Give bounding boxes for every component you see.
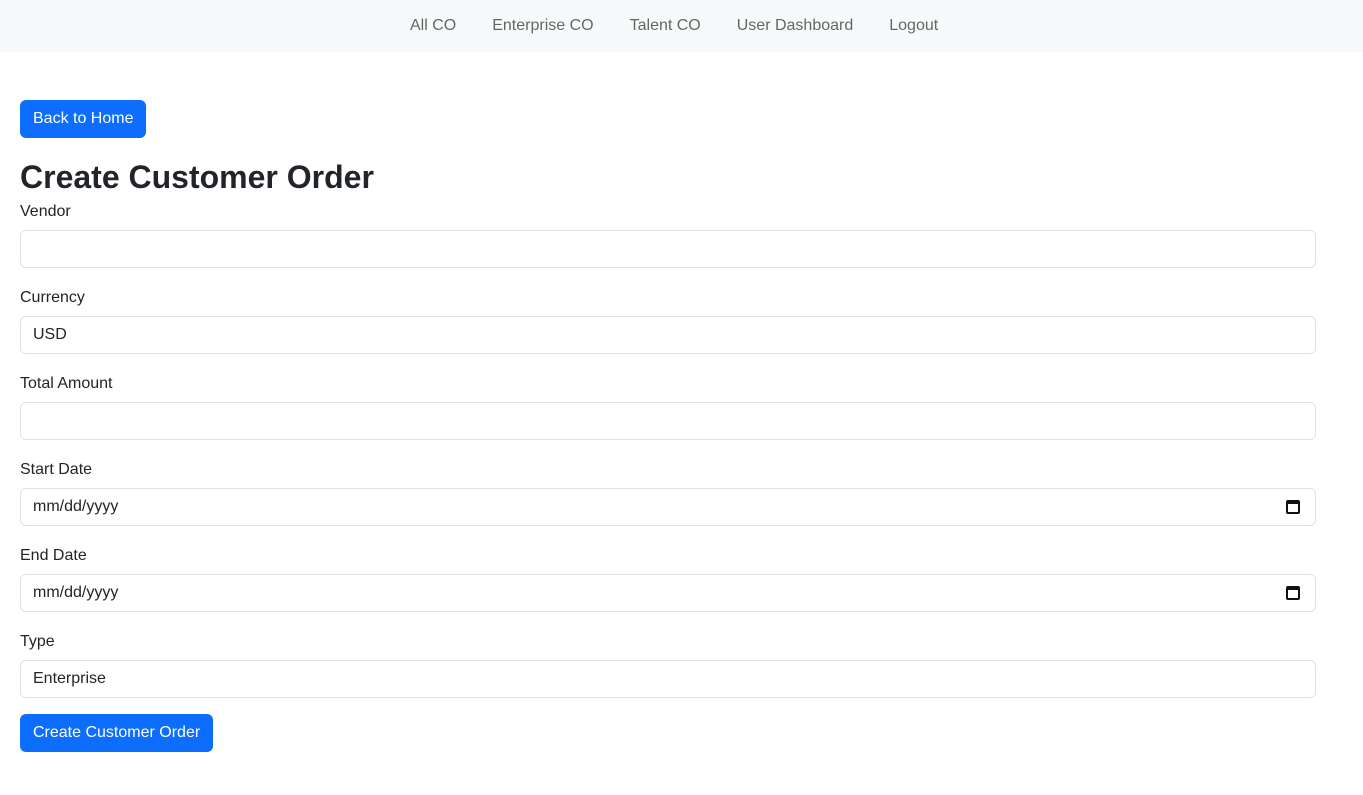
- vendor-field-group: Vendor: [20, 200, 1316, 268]
- create-customer-order-button[interactable]: Create Customer Order: [20, 714, 214, 752]
- nav-link-user-dashboard[interactable]: User Dashboard: [719, 14, 872, 38]
- currency-input-value: USD: [33, 326, 67, 343]
- main-content: Back to Home Create Customer Order Vendo…: [20, 100, 1316, 752]
- start-date-input[interactable]: mm/dd/yyyy: [20, 488, 1316, 526]
- nav-item-talent-co: Talent CO: [612, 14, 719, 38]
- start-date-placeholder: mm/dd/yyyy: [33, 498, 119, 515]
- total-amount-field-group: Total Amount: [20, 372, 1316, 440]
- start-date-field-group: Start Date mm/dd/yyyy: [20, 458, 1316, 526]
- type-label: Type: [20, 633, 55, 650]
- nav-link-talent-co[interactable]: Talent CO: [612, 14, 719, 38]
- nav-item-enterprise-co: Enterprise CO: [474, 14, 611, 38]
- end-date-placeholder: mm/dd/yyyy: [33, 584, 119, 601]
- vendor-label: Vendor: [20, 203, 71, 220]
- type-input[interactable]: Enterprise: [20, 660, 1316, 698]
- nav-list: All CO Enterprise CO Talent CO User Dash…: [392, 0, 956, 52]
- currency-label: Currency: [20, 289, 85, 306]
- currency-input[interactable]: USD: [20, 316, 1316, 354]
- nav-item-user-dashboard: User Dashboard: [719, 14, 872, 38]
- nav-item-all-co: All CO: [392, 14, 474, 38]
- start-date-label: Start Date: [20, 461, 93, 478]
- create-customer-order-form: Vendor Currency USD Total Amount Start D…: [20, 200, 1316, 752]
- end-date-field-group: End Date mm/dd/yyyy: [20, 544, 1316, 612]
- type-field-group: Type Enterprise: [20, 630, 1316, 698]
- currency-field-group: Currency USD: [20, 286, 1316, 354]
- vendor-input[interactable]: [20, 230, 1316, 268]
- nav-link-all-co[interactable]: All CO: [392, 14, 474, 38]
- nav-link-enterprise-co[interactable]: Enterprise CO: [474, 14, 611, 38]
- calendar-icon[interactable]: [1286, 586, 1300, 600]
- top-navbar: All CO Enterprise CO Talent CO User Dash…: [0, 0, 1363, 52]
- nav-link-logout[interactable]: Logout: [871, 14, 956, 38]
- calendar-icon[interactable]: [1286, 500, 1300, 514]
- back-to-home-button[interactable]: Back to Home: [20, 100, 147, 138]
- page-title: Create Customer Order: [20, 159, 374, 195]
- end-date-label: End Date: [20, 547, 87, 564]
- total-amount-label: Total Amount: [20, 375, 113, 392]
- nav-item-logout: Logout: [871, 14, 956, 38]
- type-input-value: Enterprise: [33, 670, 106, 687]
- end-date-input[interactable]: mm/dd/yyyy: [20, 574, 1316, 612]
- total-amount-input[interactable]: [20, 402, 1316, 440]
